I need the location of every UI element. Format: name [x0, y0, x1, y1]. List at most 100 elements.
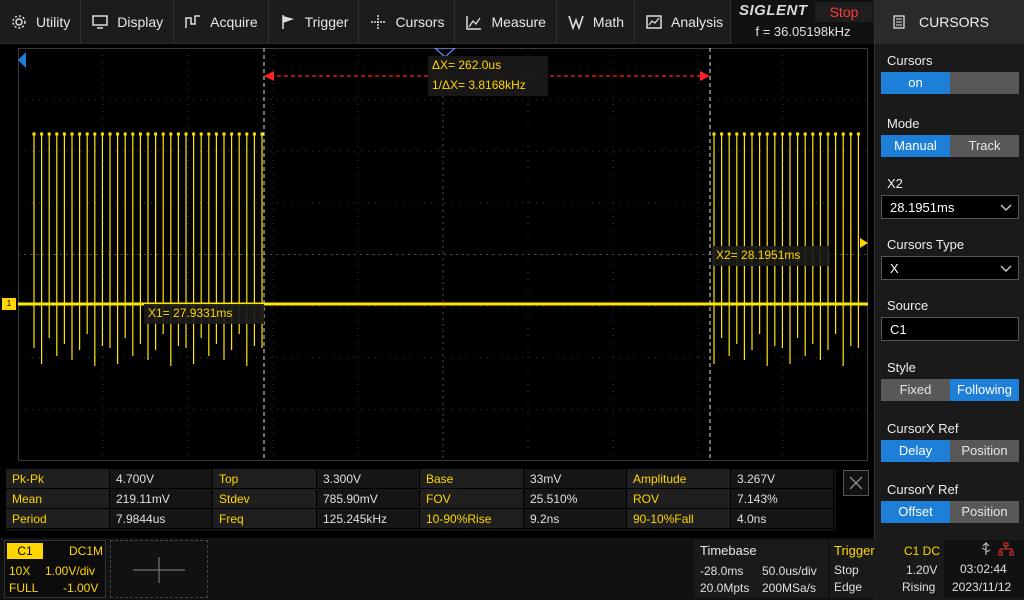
measurement-row: Mean 219.11mV Stdev 785.90mV FOV 25.510% ROV 7.…	[6, 489, 836, 509]
menu-trigger-label: Trigger	[304, 14, 349, 30]
xref-toggle[interactable]: Delay Position	[881, 440, 1019, 462]
document-icon	[893, 15, 905, 29]
x2-select[interactable]: 28.1951ms	[881, 195, 1019, 219]
measurement-row: Period 7.9844us Freq 125.245kHz 10-90%Rise 9.…	[6, 509, 836, 529]
measurement-label: Base	[420, 469, 524, 489]
source-group: Source C1	[875, 295, 1024, 341]
clock-date: 2023/11/12	[952, 580, 1012, 594]
trigger-slope: Rising	[902, 580, 936, 594]
measurement-table: Pk-Pk 4.700V Top 3.300V Base 33mV Amplitude 3.2…	[6, 469, 836, 531]
channel-vdiv: 1.00V/div	[45, 564, 96, 578]
arrow-left-icon	[264, 71, 274, 81]
menu-acquire[interactable]: Acquire	[174, 0, 269, 44]
mode-toggle[interactable]: Manual Track	[881, 135, 1019, 157]
cursor-icon	[369, 14, 387, 30]
flag-icon	[279, 14, 297, 30]
measurement-label: 90-10%Fall	[627, 509, 731, 529]
analysis-icon	[645, 14, 663, 30]
type-label: Cursors Type	[887, 237, 965, 252]
channel-1-offset-marker[interactable]: 1	[2, 298, 16, 310]
menu-display-label: Display	[117, 14, 164, 30]
measurement-value: 785.90mV	[317, 489, 420, 509]
source-value: C1	[890, 321, 907, 337]
measurement-value: 7.143%	[731, 489, 834, 509]
close-icon[interactable]	[843, 470, 869, 496]
source-label: Source	[887, 298, 929, 313]
gear-icon	[10, 14, 28, 30]
cursors-on-option[interactable]: on	[881, 72, 950, 94]
measurement-label: FOV	[420, 489, 524, 509]
channel-1-tag: C1	[7, 543, 43, 559]
mode-track-option[interactable]: Track	[950, 135, 1019, 157]
arrow-right-icon	[700, 71, 710, 81]
source-select[interactable]: C1	[881, 317, 1019, 341]
yref-label: CursorY Ref	[887, 482, 959, 497]
horizontal-position-icon	[18, 52, 26, 68]
xref-delay-option[interactable]: Delay	[881, 440, 950, 462]
measurement-value: 25.510%	[524, 489, 627, 509]
monitor-icon	[91, 14, 109, 30]
chevron-down-icon	[1000, 261, 1012, 276]
plus-icon	[133, 557, 185, 583]
menu-analysis[interactable]: Analysis	[635, 0, 733, 44]
trigger-level-icon[interactable]	[860, 238, 868, 248]
menu-utility[interactable]: Utility	[0, 0, 82, 44]
yref-offset-option[interactable]: Offset	[881, 501, 950, 523]
measurement-label: Mean	[6, 489, 110, 509]
x2-value: 28.1951ms	[890, 199, 955, 215]
yref-toggle[interactable]: Offset Position	[881, 501, 1019, 523]
mode-group: Mode Manual Track	[875, 113, 1024, 157]
trigger-info[interactable]: Trigger C1 DC Stop 1.20V Edge Rising	[830, 540, 942, 598]
style-fixed-option[interactable]: Fixed	[881, 379, 950, 401]
brand-area: SIGLENT Stop f = 36.05198kHz	[730, 0, 874, 44]
measurement-label: 10-90%Rise	[420, 509, 524, 529]
cursors-panel: CURSORS Cursors on Mode Manual Track X2 …	[874, 0, 1024, 600]
panel-header: CURSORS	[875, 0, 1024, 44]
yref-position-option[interactable]: Position	[950, 501, 1019, 523]
x2-group: X2 28.1951ms	[875, 173, 1024, 219]
menu-display[interactable]: Display	[81, 0, 175, 44]
measurement-label: ROV	[627, 489, 731, 509]
timebase-rate: 200MSa/s	[762, 581, 817, 595]
measurement-label: Pk-Pk	[6, 469, 110, 489]
inverse-delta-x-label: 1/ΔX= 3.8168kHz	[432, 78, 526, 92]
measurement-value: 4.0ns	[731, 509, 834, 529]
timebase-points: 20.0Mpts	[700, 581, 750, 595]
mode-manual-option[interactable]: Manual	[881, 135, 950, 157]
menu-acquire-label: Acquire	[210, 14, 258, 30]
menu-math[interactable]: Math	[557, 0, 636, 44]
timebase-info[interactable]: Timebase -28.0ms 50.0us/div 20.0Mpts 200…	[694, 540, 828, 598]
menu-analysis-label: Analysis	[671, 14, 724, 30]
run-stop-button[interactable]: Stop	[815, 2, 873, 22]
cursors-off-option[interactable]	[950, 72, 1019, 94]
chevron-down-icon	[1000, 200, 1012, 215]
measurement-label: Period	[6, 509, 110, 529]
channel-1-info[interactable]: C1 DC1M 10X 1.00V/div FULL -1.00V	[4, 540, 106, 598]
measurement-value: 33mV	[524, 469, 627, 489]
xref-position-option[interactable]: Position	[950, 440, 1019, 462]
frequency-counter: f = 36.05198kHz	[755, 24, 851, 39]
style-toggle[interactable]: Fixed Following	[881, 379, 1019, 401]
panel-title: CURSORS	[919, 14, 990, 30]
style-following-option[interactable]: Following	[950, 379, 1019, 401]
trigger-title: Trigger	[834, 543, 875, 558]
menu-trigger[interactable]: Trigger	[269, 0, 360, 44]
brand-logo: SIGLENT	[739, 2, 808, 19]
measurement-value: 125.245kHz	[317, 509, 420, 529]
measurement-value: 4.700V	[110, 469, 213, 489]
menu-utility-label: Utility	[36, 14, 71, 30]
add-channel-button[interactable]	[110, 540, 208, 598]
delta-x-label: ΔX= 262.0us	[432, 58, 502, 72]
type-select[interactable]: X	[881, 256, 1019, 280]
x1-label: X1= 27.9331ms	[148, 306, 233, 320]
waveform-display[interactable]: 1 ΔX= 262.0us 1/ΔX= 3.8168kHz X1= 27.933…	[2, 48, 868, 461]
cursors-toggle[interactable]: on	[881, 72, 1019, 94]
menu-cursors[interactable]: Cursors	[359, 0, 456, 44]
acquire-icon	[184, 14, 202, 30]
trigger-type: Edge	[834, 580, 863, 594]
menu-bar: Utility Display Acquire Trigger Cursors …	[0, 0, 730, 44]
measurement-value: 219.11mV	[110, 489, 213, 509]
cursors-group: Cursors on	[875, 50, 1024, 94]
menu-measure[interactable]: Measure	[455, 0, 557, 44]
channel-coupling: DC1M	[69, 544, 104, 558]
